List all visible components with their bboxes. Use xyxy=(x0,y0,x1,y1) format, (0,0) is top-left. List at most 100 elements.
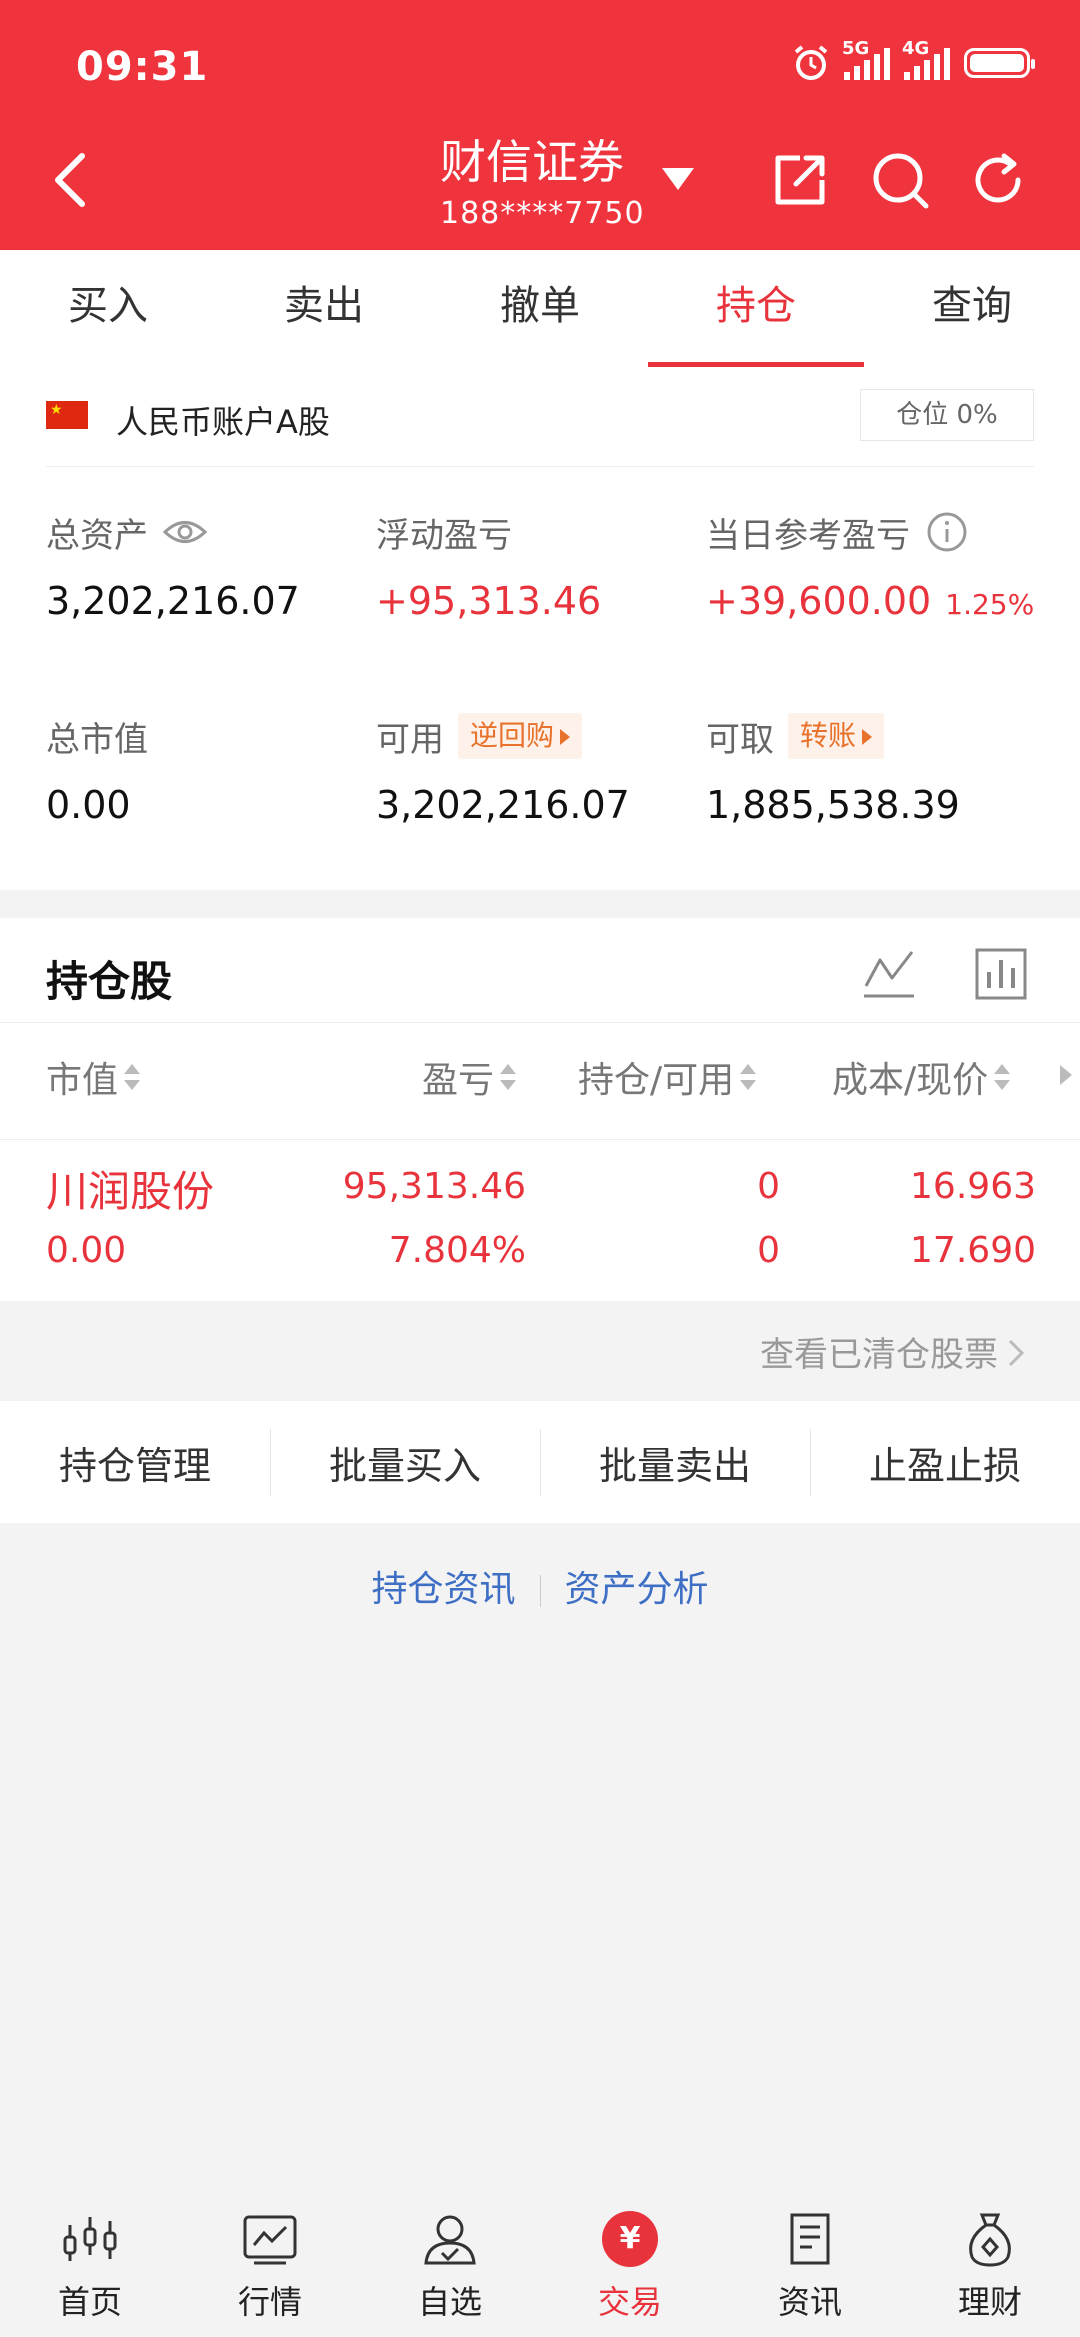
scroll-right-icon[interactable] xyxy=(1060,1065,1072,1085)
battery-icon xyxy=(964,48,1035,78)
candlestick-icon xyxy=(63,2217,117,2261)
money-bag-icon xyxy=(969,2213,1011,2267)
eye-icon[interactable] xyxy=(162,509,208,555)
signal-5g-icon: 5G xyxy=(842,38,890,80)
sort-pl[interactable]: 盈亏 xyxy=(422,1051,517,1103)
stock-market-value: 0.00 xyxy=(46,1230,127,1271)
chevron-right-icon xyxy=(1008,1339,1025,1367)
cleared-stocks-label: 查看已清仓股票 xyxy=(760,1335,998,1375)
bar-chart-icon[interactable] xyxy=(974,946,1028,1002)
account-number[interactable]: 188****7750 xyxy=(440,196,645,231)
signal-4g-icon: 4G xyxy=(902,38,950,80)
daily-pl: 当日参考盈亏 +39,600.00 1.25% xyxy=(706,507,1046,623)
stock-available: 0 xyxy=(757,1230,780,1271)
account-type: 人民币账户A股 xyxy=(116,403,330,441)
stop-profit-loss-button[interactable]: 止盈止损 xyxy=(810,1428,1080,1496)
position-ratio-badge: 仓位 0% xyxy=(860,389,1034,441)
account-summary: ★ 人民币账户A股 仓位 0% 总资产 3,202,216.07 浮动盈亏 +9… xyxy=(0,367,1080,890)
refresh-icon[interactable] xyxy=(968,150,1028,210)
floating-pl: 浮动盈亏 +95,313.46 xyxy=(376,507,696,624)
nav-trade[interactable]: ¥ 交易 xyxy=(540,2207,720,2337)
nav-watchlist-label: 自选 xyxy=(417,2283,482,2321)
batch-buy-button[interactable]: 批量买入 xyxy=(270,1428,540,1496)
market-chart-icon xyxy=(243,2215,297,2265)
stock-pl: 95,313.46 xyxy=(342,1166,526,1207)
holding-management-button[interactable]: 持仓管理 xyxy=(0,1435,270,1490)
triangle-right-icon xyxy=(862,729,873,745)
available-value: 3,202,216.07 xyxy=(376,783,630,827)
stock-price: 17.690 xyxy=(910,1230,1036,1271)
available-label: 可用 xyxy=(376,719,444,760)
nav-watchlist[interactable]: 自选 xyxy=(360,2207,540,2337)
tab-query[interactable]: 查询 xyxy=(864,250,1080,367)
nav-finance-label: 理财 xyxy=(957,2283,1022,2321)
sort-icon xyxy=(740,1062,757,1092)
nav-trade-label: 交易 xyxy=(597,2283,662,2321)
nav-home-label: 首页 xyxy=(57,2283,122,2321)
nav-market[interactable]: 行情 xyxy=(180,2207,360,2337)
china-flag-icon: ★ xyxy=(46,401,88,429)
tab-holdings[interactable]: 持仓 xyxy=(648,250,864,367)
floating-pl-label: 浮动盈亏 xyxy=(376,515,512,556)
trade-tabs: 买入 卖出 撤单 持仓 查询 xyxy=(0,250,1080,367)
info-links: 持仓资讯 资产分析 xyxy=(0,1560,1080,1612)
cleared-stocks-link[interactable]: 查看已清仓股票 xyxy=(0,1301,1080,1399)
withdrawable-label: 可取 xyxy=(706,719,774,760)
sort-icon xyxy=(994,1062,1011,1092)
reverse-repo-button[interactable]: 逆回购 xyxy=(458,713,583,759)
share-icon[interactable] xyxy=(770,150,830,210)
holdings-section: 持仓股 市值 盈亏 持仓/可用 成本/现价 川润股份 0.00 95,313.4… xyxy=(0,918,1080,1301)
holding-news-link[interactable]: 持仓资讯 xyxy=(347,1560,539,1612)
floating-pl-value: +95,313.46 xyxy=(376,579,602,623)
status-icons: 5G 4G xyxy=(792,38,1035,82)
asset-analysis-link[interactable]: 资产分析 xyxy=(541,1560,733,1612)
market-value: 总市值 0.00 xyxy=(46,711,366,828)
batch-sell-button[interactable]: 批量卖出 xyxy=(540,1428,810,1496)
nav-home[interactable]: 首页 xyxy=(0,2207,180,2337)
sort-market-value[interactable]: 市值 xyxy=(46,1051,141,1103)
nav-news[interactable]: 资讯 xyxy=(720,2207,900,2337)
user-check-icon xyxy=(424,2215,476,2265)
sort-icon xyxy=(500,1062,517,1092)
total-assets-label: 总资产 xyxy=(46,515,148,556)
daily-pl-label: 当日参考盈亏 xyxy=(706,515,910,556)
market-value-label: 总市值 xyxy=(46,719,148,760)
tab-cancel[interactable]: 撤单 xyxy=(432,250,648,367)
app-header: 09:31 5G 4G 财信证券 188****7750 xyxy=(0,0,1080,250)
holding-actions: 持仓管理 批量买入 批量卖出 止盈止损 xyxy=(0,1401,1080,1523)
withdrawable-funds: 可取 转账 1,885,538.39 xyxy=(706,711,1026,827)
triangle-right-icon xyxy=(560,729,571,745)
daily-pl-percent: 1.25% xyxy=(945,588,1035,621)
stock-pl-percent: 7.804% xyxy=(388,1230,526,1271)
sort-cost-price[interactable]: 成本/现价 xyxy=(832,1051,1011,1103)
document-icon xyxy=(790,2213,830,2265)
nav-finance[interactable]: 理财 xyxy=(900,2207,1080,2337)
nav-news-label: 资讯 xyxy=(777,2283,842,2321)
stock-position: 0 xyxy=(757,1166,780,1207)
alarm-icon xyxy=(794,45,828,80)
line-chart-icon[interactable] xyxy=(862,946,916,1002)
sort-position[interactable]: 持仓/可用 xyxy=(578,1051,757,1103)
status-time: 09:31 xyxy=(76,44,209,90)
bottom-nav: 首页 行情 自选 ¥ 交易 资讯 理财 xyxy=(0,2207,1080,2337)
account-dropdown-icon[interactable] xyxy=(662,168,694,190)
holdings-column-header: 市值 盈亏 持仓/可用 成本/现价 xyxy=(0,1022,1080,1140)
info-icon[interactable] xyxy=(924,509,970,555)
yuan-icon: ¥ xyxy=(602,2211,658,2267)
tab-buy[interactable]: 买入 xyxy=(0,250,216,367)
table-row[interactable]: 川润股份 0.00 95,313.46 7.804% 0 0 16.963 17… xyxy=(0,1140,1080,1301)
broker-title[interactable]: 财信证券 xyxy=(440,126,624,192)
transfer-button[interactable]: 转账 xyxy=(788,713,885,759)
account-type-row: ★ 人民币账户A股 仓位 0% xyxy=(46,367,1034,467)
search-icon[interactable] xyxy=(870,150,930,210)
available-funds: 可用 逆回购 3,202,216.07 xyxy=(376,711,696,827)
stock-name: 川润股份 xyxy=(46,1167,215,1216)
back-icon[interactable] xyxy=(50,150,90,210)
daily-pl-value: +39,600.00 xyxy=(706,579,932,623)
nav-market-label: 行情 xyxy=(237,2283,302,2321)
holdings-title: 持仓股 xyxy=(46,957,173,1006)
market-value-value: 0.00 xyxy=(46,783,131,827)
tab-sell[interactable]: 卖出 xyxy=(216,250,432,367)
total-assets: 总资产 3,202,216.07 xyxy=(46,507,366,624)
total-assets-value: 3,202,216.07 xyxy=(46,579,300,623)
